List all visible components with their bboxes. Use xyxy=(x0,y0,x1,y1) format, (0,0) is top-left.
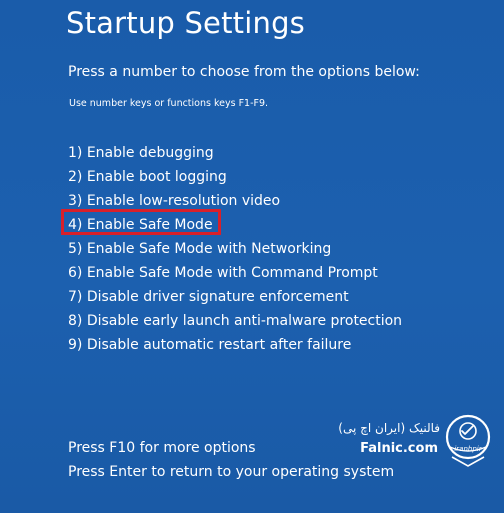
more-options-text[interactable]: Press F10 for more options xyxy=(68,436,394,460)
option-disable-early-launch-antimalware[interactable]: 8) Disable early launch anti-malware pro… xyxy=(68,309,402,333)
falnic-watermark: فالنیک (ایران اچ پی) Falnic.com iranhpir xyxy=(338,413,498,469)
key-hint-text: Use number keys or functions keys F1-F9. xyxy=(69,98,269,109)
instructions-text: Press a number to choose from the option… xyxy=(68,64,420,80)
startup-settings-screen: Startup Settings Press a number to choos… xyxy=(0,0,504,513)
return-to-os-text[interactable]: Press Enter to return to your operating … xyxy=(68,460,394,484)
option-safe-mode-networking[interactable]: 5) Enable Safe Mode with Networking xyxy=(68,237,402,261)
watermark-persian-text: فالنیک (ایران اچ پی) xyxy=(338,421,440,435)
watermark-domain-text: Falnic.com xyxy=(360,441,438,456)
option-enable-debugging[interactable]: 1) Enable debugging xyxy=(68,141,402,165)
safe-mode-highlight-box xyxy=(61,209,221,235)
option-disable-driver-signature[interactable]: 7) Disable driver signature enforcement xyxy=(68,285,402,309)
page-title: Startup Settings xyxy=(66,6,305,40)
option-safe-mode-command-prompt[interactable]: 6) Enable Safe Mode with Command Prompt xyxy=(68,261,402,285)
falnic-logo-icon: iranhpir xyxy=(445,414,491,467)
svg-text:iranhpir: iranhpir xyxy=(454,445,482,453)
startup-options-list: 1) Enable debugging 2) Enable boot loggi… xyxy=(68,141,402,357)
option-enable-boot-logging[interactable]: 2) Enable boot logging xyxy=(68,165,402,189)
footer-instructions: Press F10 for more options Press Enter t… xyxy=(68,436,394,484)
option-disable-auto-restart[interactable]: 9) Disable automatic restart after failu… xyxy=(68,333,402,357)
